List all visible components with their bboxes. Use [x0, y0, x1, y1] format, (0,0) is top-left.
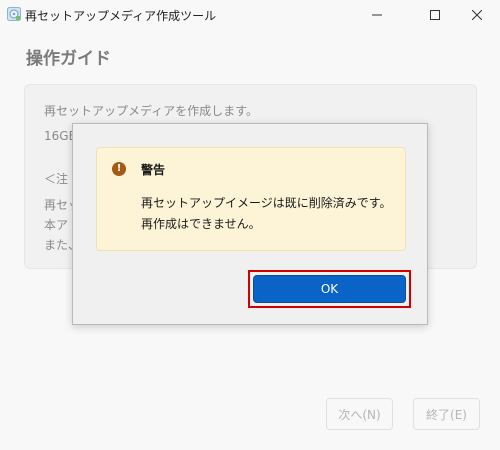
- maximize-icon: [430, 10, 440, 20]
- next-button[interactable]: 次へ(N): [326, 398, 393, 430]
- title-bar: 再セットアップメディア作成ツール: [0, 0, 500, 30]
- page-title: 操作ガイド: [26, 49, 111, 69]
- content-line-intro: 再セットアップメディアを作成します。: [44, 104, 258, 118]
- warning-title: 警告: [141, 163, 166, 177]
- warning-message-line-2: 再作成はできません。: [141, 217, 261, 231]
- minimize-icon: [372, 14, 382, 16]
- app-window: 再セットアップメディア作成ツール 操作ガイド 再セットアップメディアを作成します…: [0, 0, 500, 450]
- ok-button-highlight: OK: [248, 270, 411, 308]
- ok-button[interactable]: OK: [253, 275, 406, 303]
- warning-dialog: ! 警告 再セットアップイメージは既に削除済みです。 再作成はできません。 OK: [72, 123, 428, 325]
- close-icon: [472, 10, 482, 20]
- minimize-button[interactable]: [354, 0, 400, 30]
- warning-icon: !: [112, 162, 126, 176]
- window-title: 再セットアップメディア作成ツール: [25, 9, 217, 23]
- maximize-button[interactable]: [412, 0, 458, 30]
- content-line-note-2: 本ア: [44, 218, 69, 232]
- close-button[interactable]: [454, 0, 500, 30]
- warning-message-box: ! 警告 再セットアップイメージは既に削除済みです。 再作成はできません。: [96, 147, 406, 251]
- warning-message-line-1: 再セットアップイメージは既に削除済みです。: [141, 196, 392, 210]
- content-line-note-heading: ＜注: [44, 172, 69, 186]
- finish-button[interactable]: 終了(E): [413, 398, 480, 430]
- app-disc-icon: [7, 7, 21, 21]
